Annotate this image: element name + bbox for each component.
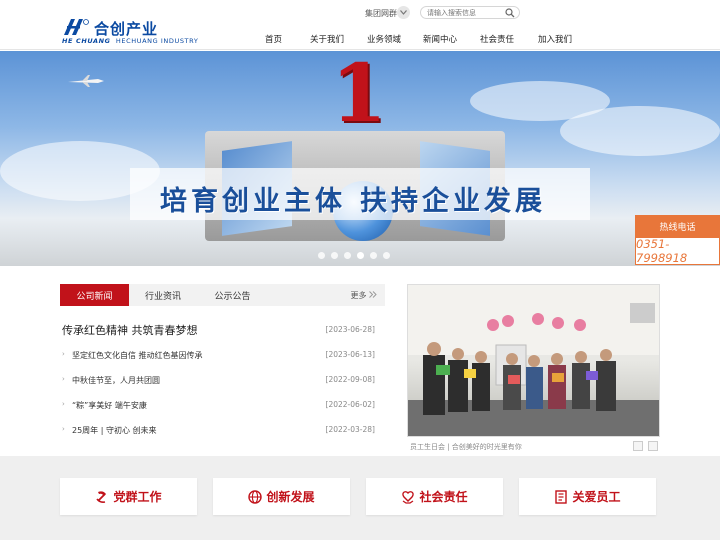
photo-caption: 员工生日会 | 合创美好的时光里有你 (410, 443, 522, 451)
nav-news[interactable]: 新闻中心 (423, 33, 457, 45)
search-box (420, 6, 520, 19)
feature-social-responsibility[interactable]: 社会责任 (366, 478, 503, 515)
event-photo[interactable] (407, 284, 660, 437)
search-input[interactable] (427, 8, 503, 18)
logo-english-name: HE CHUANG HECHUANG INDUSTRY (62, 37, 199, 45)
news-item[interactable]: › 坚定红色文化自信 推动红色基因传承 [2023-06-13] (62, 350, 385, 362)
group-network-dropdown[interactable] (397, 6, 410, 19)
nav-responsibility[interactable]: 社会责任 (480, 33, 514, 45)
nav-about[interactable]: 关于我们 (310, 33, 344, 45)
news-item-date: [2023-06-13] (325, 350, 375, 359)
nav-business[interactable]: 业务领域 (367, 33, 401, 45)
slide-dot[interactable] (331, 252, 338, 259)
photo-prev-button[interactable] (633, 441, 643, 451)
hotline-widget[interactable]: 热线电话 0351-7998918 (635, 215, 720, 265)
arrow-right-icon: › (62, 350, 65, 358)
double-chevron-right-icon (369, 291, 377, 298)
chevron-down-icon (400, 10, 407, 15)
book-icon (555, 489, 568, 504)
news-item-title: 25周年 | 守初心 创未来 (72, 426, 157, 435)
hc-logo-icon (64, 19, 89, 35)
feature-employee-care[interactable]: 关爱员工 (519, 478, 656, 515)
news-item[interactable]: › 25周年 | 守初心 创未来 [2022-03-28] (62, 425, 385, 437)
photo-next-button[interactable] (648, 441, 658, 451)
group-network-label[interactable]: 集团网群 (365, 8, 397, 19)
logo-chinese-name: 合创产业 (94, 20, 159, 38)
news-item-date: [2022-03-28] (325, 425, 375, 434)
news-item-date: [2022-09-08] (325, 375, 375, 384)
hotline-label: 热线电话 (635, 215, 720, 237)
banner-slogan: 培育创业主体 扶持企业发展 (160, 186, 546, 217)
headline-title[interactable]: 传承红色精神 共筑青春梦想 (62, 322, 198, 338)
group-photo-image (408, 285, 659, 436)
more-link[interactable]: 更多 (350, 290, 377, 301)
company-logo[interactable]: 合创产业 HE CHUANG HECHUANG INDUSTRY (62, 18, 198, 46)
slide-dot[interactable] (383, 252, 390, 259)
news-item-title: “粽”享美好 端午安康 (72, 401, 147, 410)
cloud (560, 106, 720, 156)
news-item-title: 中秋佳节至，人月共团圆 (72, 376, 160, 385)
news-item-date: [2022-06-02] (325, 400, 375, 409)
nav-join[interactable]: 加入我们 (538, 33, 572, 45)
banner-number: 1 (331, 51, 387, 140)
tab-industry-news[interactable]: 行业资讯 (132, 284, 194, 306)
slide-dot[interactable] (344, 252, 351, 259)
news-item-title: 坚定红色文化自信 推动红色基因传承 (72, 351, 203, 360)
feature-label: 社会责任 (419, 490, 468, 504)
feature-innovation[interactable]: 创新发展 (213, 478, 350, 515)
slide-dot[interactable] (318, 252, 325, 259)
hands-icon (402, 490, 415, 504)
party-icon (96, 490, 107, 503)
news-item[interactable]: › 中秋佳节至，人月共团圆 [2022-09-08] (62, 375, 385, 387)
hero-banner[interactable]: 1 培育创业主体 扶持企业发展 (0, 51, 720, 266)
arrow-right-icon: › (62, 375, 65, 383)
nav-home[interactable]: 首页 (265, 33, 282, 45)
airplane-icon (68, 75, 104, 87)
tab-company-news[interactable]: 公司新闻 (60, 284, 129, 306)
arrow-right-icon: › (62, 425, 65, 433)
globe-icon (248, 489, 263, 504)
feature-label: 创新发展 (266, 490, 315, 504)
news-item[interactable]: › “粽”享美好 端午安康 [2022-06-02] (62, 400, 385, 412)
feature-label: 党群工作 (113, 490, 162, 504)
site-header: 合创产业 HE CHUANG HECHUANG INDUSTRY 集团网群 首页… (0, 0, 720, 50)
feature-party-work[interactable]: 党群工作 (60, 478, 197, 515)
slide-dot-active[interactable] (357, 252, 364, 259)
arrow-right-icon: › (62, 400, 65, 408)
search-icon[interactable] (505, 8, 515, 18)
news-tabs: 公司新闻 行业资讯 公示公告 更多 (60, 284, 385, 306)
homepage: { "header": { "logo_cn": "合创产业", "logo_e… (0, 0, 720, 540)
news-panel: 公司新闻 行业资讯 公示公告 更多 传承红色精神 共筑青春梦想 [2023-06… (60, 284, 385, 444)
headline-date: [2023-06-28] (325, 325, 375, 334)
hotline-number: 0351-7998918 (635, 237, 720, 265)
tab-announcements[interactable]: 公示公告 (200, 284, 265, 306)
slide-dot[interactable] (370, 252, 377, 259)
feature-label: 关爱员工 (572, 490, 621, 504)
photo-carousel: 员工生日会 | 合创美好的时光里有你 (405, 284, 661, 454)
